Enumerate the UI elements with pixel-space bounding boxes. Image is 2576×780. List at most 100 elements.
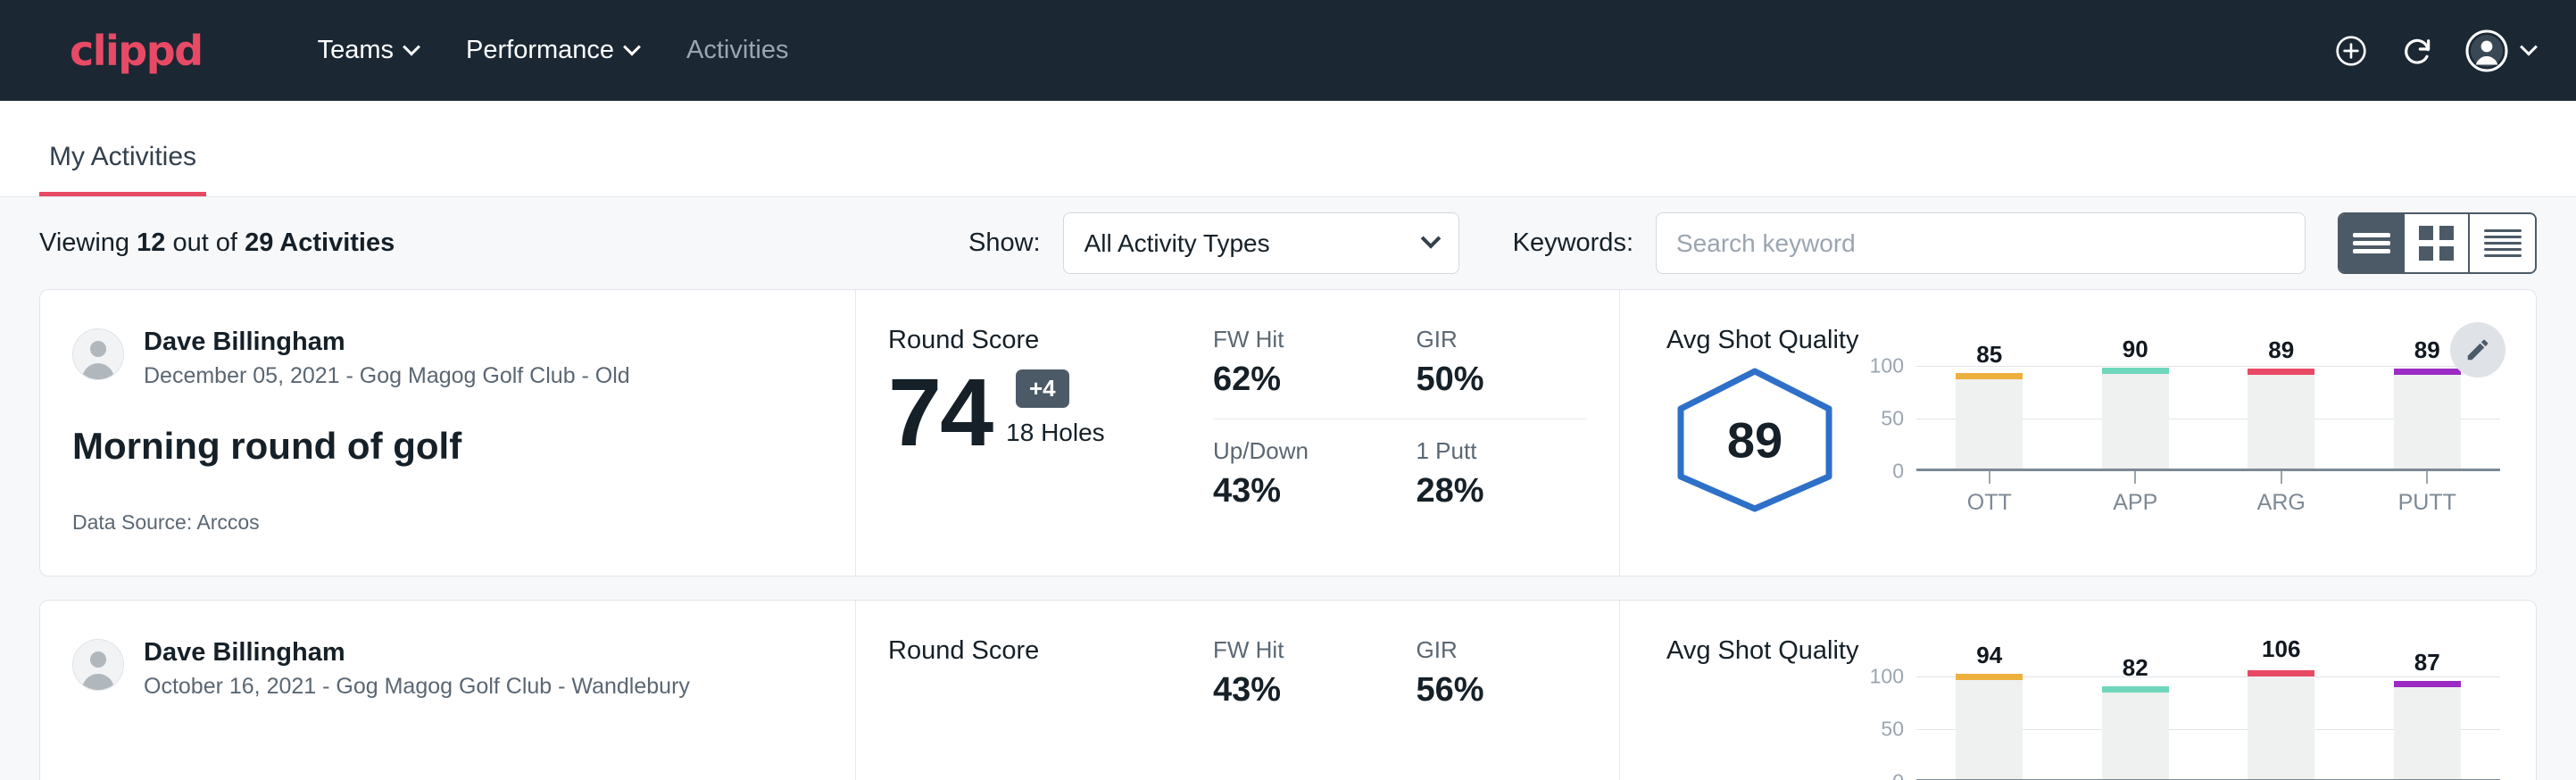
avg-shot-quality-hexagon: 89 <box>1666 366 1859 514</box>
round-score-section: Round Score 74 +4 18 Holes <box>856 290 1213 576</box>
round-stats-grid: FW Hit43%GIR56% <box>1213 601 1620 780</box>
viewing-total: 29 Activities <box>245 228 395 257</box>
stat-value: 56% <box>1417 671 1588 709</box>
chart-bar-cap <box>1956 674 2023 680</box>
clippd-logo[interactable]: clippd <box>70 30 203 71</box>
activity-card-info: Dave BillinghamOctober 16, 2021 - Gog Ma… <box>40 601 856 780</box>
chart-plot-area: 05010085908989 <box>1916 366 2500 471</box>
stat-label: GIR <box>1417 636 1588 664</box>
nav-item-activities-label: Activities <box>686 36 788 65</box>
view-mode-grid-button[interactable] <box>2405 214 2470 272</box>
chart-bar-value-label: 90 <box>2123 336 2148 363</box>
chart-x-label: APP <box>2113 490 2157 516</box>
chart-y-tick-label: 0 <box>1892 770 1904 780</box>
score-to-par-badge: +4 <box>1016 369 1069 408</box>
shot-quality-bar-chart: 050100948210687OTTAPPARGPUTT <box>1863 676 2500 780</box>
chart-bar-group: 87 <box>2355 676 2501 779</box>
stat-label: 1 Putt <box>1417 437 1588 465</box>
top-nav-actions <box>2333 29 2535 72</box>
chart-bar[interactable] <box>1956 680 2023 779</box>
chart-bar-group: 89 <box>2355 366 2501 469</box>
view-mode-compact-button[interactable] <box>2470 214 2535 272</box>
holes-played-label: 18 Holes <box>1006 419 1105 456</box>
activity-card[interactable]: Dave BillinghamOctober 16, 2021 - Gog Ma… <box>39 600 2537 780</box>
chart-y-tick-label: 100 <box>1870 354 1904 378</box>
round-score-value: 74 <box>888 368 992 456</box>
nav-item-activities[interactable]: Activities <box>662 36 812 65</box>
account-avatar-icon <box>2465 29 2508 72</box>
chart-bar-value-label: 85 <box>1976 341 2002 369</box>
chart-bar-group: 89 <box>2208 366 2355 469</box>
show-label: Show: <box>968 228 1041 258</box>
chart-bar[interactable] <box>2248 375 2314 469</box>
chart-bar[interactable] <box>2248 676 2314 779</box>
chart-x-axis: OTT APP ARGPUTT <box>1916 471 2500 516</box>
chevron-down-icon <box>403 37 420 55</box>
chart-bar[interactable] <box>2102 374 2169 469</box>
edit-activity-button[interactable] <box>2450 322 2505 378</box>
round-score-label: Round Score <box>888 326 1213 355</box>
view-mode-list-button[interactable] <box>2339 214 2405 272</box>
avg-shot-quality-label: Avg Shot Quality <box>1666 326 2500 355</box>
stat-label: Up/Down <box>1213 437 1384 465</box>
chart-bar-value-label: 87 <box>2414 649 2440 676</box>
stat-item: GIR 50% <box>1417 326 1588 399</box>
chart-bar-group: 106 <box>2208 676 2355 779</box>
nav-item-performance[interactable]: Performance <box>442 36 662 65</box>
activity-card[interactable]: Dave BillinghamDecember 05, 2021 - Gog M… <box>39 289 2537 577</box>
activity-author: Dave BillinghamOctober 16, 2021 - Gog Ma… <box>72 636 823 700</box>
tab-my-activities[interactable]: My Activities <box>39 142 206 196</box>
stat-value: 50% <box>1417 361 1588 399</box>
search-input[interactable] <box>1676 229 2285 258</box>
chart-bar[interactable] <box>2102 693 2169 779</box>
top-navigation-bar: clippd Teams Performance Activities <box>0 0 2576 101</box>
round-score-label: Round Score <box>888 636 1213 666</box>
chart-bar[interactable] <box>2394 375 2461 469</box>
pencil-icon <box>2464 336 2491 363</box>
toolbar-controls: Show: All Activity Types Keywords: <box>968 212 2537 274</box>
avatar-person-icon <box>73 640 123 690</box>
chart-bar-value-label: 89 <box>2414 336 2440 364</box>
chart-bar-cap <box>2394 369 2461 375</box>
chart-x-label: OTT <box>1967 490 2012 516</box>
stat-item: Up/Down43% <box>1213 437 1384 510</box>
chart-bar[interactable] <box>2394 687 2461 779</box>
list-icon <box>2353 229 2390 257</box>
chart-bar-value-label: 89 <box>2268 336 2294 364</box>
chart-bar-cap <box>2248 369 2314 375</box>
viewing-middle: out of <box>172 228 237 257</box>
account-menu-button[interactable] <box>2465 29 2535 72</box>
stat-item: GIR 56% <box>1417 636 1588 709</box>
round-score-row: 74 +4 18 Holes <box>888 368 1213 456</box>
chart-gridline <box>1916 471 2500 472</box>
chart-bar-cap <box>1956 373 2023 379</box>
chart-x-tick: ARG <box>2208 471 2355 516</box>
stat-value: 28% <box>1417 472 1588 510</box>
activities-toolbar: Viewing 12 out of 29 Activities Show: Al… <box>0 197 2576 289</box>
chart-bar-group: 94 <box>1916 676 2063 779</box>
nav-item-teams-label: Teams <box>318 36 394 65</box>
chart-y-tick-label: 50 <box>1881 407 1904 431</box>
page-tab-bar: My Activities <box>0 101 2576 197</box>
nav-item-teams[interactable]: Teams <box>294 36 442 65</box>
stat-label: GIR <box>1417 326 1588 353</box>
chart-x-tick: PUTT <box>2355 471 2501 516</box>
viewing-count-text: Viewing 12 out of 29 Activities <box>39 228 395 258</box>
refresh-button[interactable] <box>2399 33 2435 69</box>
chart-y-tick-label: 100 <box>1870 665 1904 689</box>
activity-type-select[interactable]: All Activity Types <box>1063 212 1459 274</box>
round-score-section: Round Score <box>856 601 1213 780</box>
round-stats-grid: FW Hit62%GIR50%Up/Down43%1 Putt28% <box>1213 290 1620 576</box>
chart-bar[interactable] <box>1956 379 2023 469</box>
chart-x-tick: OTT <box>1916 471 2063 516</box>
chart-y-tick-label: 0 <box>1892 460 1904 484</box>
chevron-down-icon <box>623 37 641 55</box>
activity-card-info: Dave BillinghamDecember 05, 2021 - Gog M… <box>40 290 856 576</box>
chart-bar-value-label: 94 <box>1976 642 2002 669</box>
chevron-down-icon <box>2520 37 2538 55</box>
grid-icon <box>2419 226 2454 261</box>
chart-x-tick: APP <box>2063 471 2209 516</box>
add-activity-button[interactable] <box>2333 33 2369 69</box>
avatar-person-icon <box>73 329 123 379</box>
keyword-search-box[interactable] <box>1656 212 2306 274</box>
